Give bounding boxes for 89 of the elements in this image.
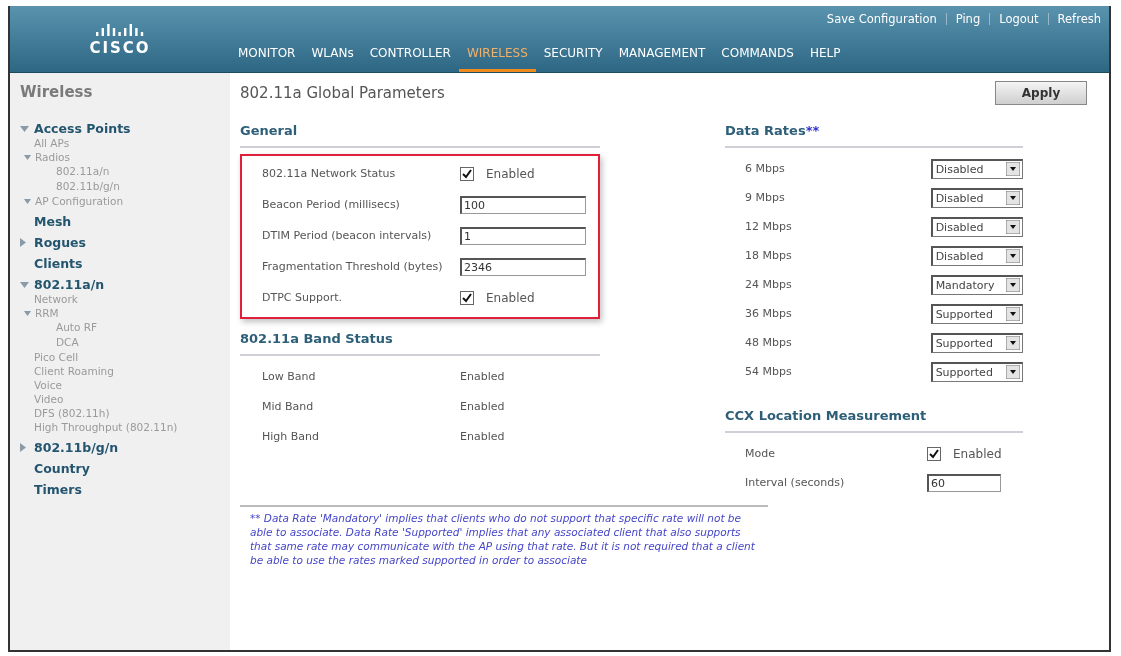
field-label: DTPC Support.: [262, 291, 343, 304]
dropdown-arrow-icon: [1006, 278, 1020, 292]
utility-link[interactable]: Ping: [955, 11, 981, 26]
utility-link[interactable]: Save Configuration: [826, 11, 937, 26]
field-label: DTIM Period (beacon intervals): [262, 229, 433, 242]
apply-button[interactable]: Apply: [995, 81, 1087, 105]
utility-link[interactable]: Refresh: [1057, 11, 1101, 26]
dropdown-arrow-icon: [1006, 191, 1020, 205]
field-label: 24 Mbps: [745, 278, 793, 291]
sidebar-title: Wireless: [20, 83, 94, 101]
field-label: Interval (seconds): [745, 476, 846, 489]
nav-tab[interactable]: CONTROLLER: [361, 40, 459, 72]
dropdown-arrow-icon: [1006, 162, 1020, 176]
field-label: 802.11a Network Status: [262, 167, 397, 180]
dropdown[interactable]: Disabled: [930, 216, 1023, 237]
dropdown-arrow-icon: [1006, 220, 1020, 234]
dropdown[interactable]: Disabled: [930, 245, 1023, 266]
dropdown-arrow-icon: [1006, 249, 1020, 263]
dropdown[interactable]: Disabled: [930, 187, 1023, 208]
checkbox-label: Enabled: [486, 290, 535, 305]
nav-tab[interactable]: MONITOR: [230, 40, 304, 72]
dropdown[interactable]: Supported: [930, 332, 1023, 353]
collapsed-arrow-icon[interactable]: [20, 443, 26, 452]
sidebar-section[interactable]: Country: [34, 461, 90, 476]
field-value: Enabled: [460, 369, 505, 385]
sidebar-section[interactable]: Timers: [34, 482, 82, 497]
dropdown-arrow-icon: [1006, 365, 1020, 379]
sidebar-section[interactable]: 802.11b/g/n: [34, 440, 119, 455]
field-label: 12 Mbps: [745, 220, 793, 233]
page-title: 802.11a Global Parameters: [240, 84, 445, 102]
field-label: High Band: [262, 429, 321, 445]
text-field[interactable]: 2346: [460, 257, 586, 276]
sidebar-item[interactable]: Pico Cell: [34, 350, 79, 364]
field-label: Fragmentation Threshold (bytes): [262, 260, 444, 273]
expanded-arrow-icon[interactable]: [24, 310, 31, 316]
expanded-arrow-icon[interactable]: [24, 198, 31, 204]
field-label: Low Band: [262, 369, 317, 385]
footnote-mark: **: [805, 123, 820, 138]
nav-tab[interactable]: HELP: [801, 40, 849, 72]
sidebar-section[interactable]: Rogues: [34, 235, 86, 250]
expanded-arrow-icon[interactable]: [20, 125, 29, 132]
section-heading: General: [240, 123, 299, 138]
field-label: 54 Mbps: [745, 365, 793, 378]
field-label: 48 Mbps: [745, 336, 793, 349]
section-heading: CCX Location Measurement: [725, 408, 928, 423]
dropdown[interactable]: Supported: [930, 361, 1023, 382]
checkbox[interactable]: [927, 446, 941, 461]
nav-tab[interactable]: WLANs: [303, 40, 362, 72]
nav-tab[interactable]: SECURITY: [535, 40, 611, 72]
expanded-arrow-icon[interactable]: [20, 281, 29, 288]
field-label: Mid Band: [262, 399, 315, 415]
field-label: Beacon Period (millisecs): [262, 198, 401, 211]
field-label: 18 Mbps: [745, 249, 793, 262]
text-field[interactable]: 1: [460, 226, 586, 245]
sidebar-item[interactable]: Network: [34, 292, 78, 306]
footnote-text: ** Data Rate 'Mandatory' implies that clients who do not support that specific rate will not be able to associate. Data Rate 'Supported' implies that any associated client that also supports that same rate may communicate with the AP using that rate. But it is not required that a client be able to use the rates marked supported in order to associate: [250, 511, 756, 567]
nav-tab[interactable]: COMMANDS: [713, 40, 802, 72]
sidebar-item[interactable]: Client Roaming: [34, 364, 114, 378]
nav-tab[interactable]: WIRELESS: [458, 40, 536, 72]
dropdown[interactable]: Mandatory: [930, 274, 1023, 295]
field-value: Enabled: [460, 429, 505, 445]
dropdown-arrow-icon: [1006, 336, 1020, 350]
collapsed-arrow-icon[interactable]: [20, 238, 26, 247]
checkbox[interactable]: [460, 166, 474, 181]
field-label: 36 Mbps: [745, 307, 793, 320]
nav-tab[interactable]: MANAGEMENT: [610, 40, 714, 72]
sidebar-section[interactable]: Clients: [34, 256, 83, 271]
field-label: 9 Mbps: [745, 191, 786, 204]
logo-bars-icon: [95, 21, 145, 36]
text-field[interactable]: 60: [927, 473, 1001, 492]
text-field[interactable]: 100: [460, 195, 586, 214]
sidebar-section[interactable]: 802.11a/n: [34, 277, 105, 292]
field-label: Mode: [745, 447, 776, 460]
section-heading: Data Rates: [725, 123, 806, 138]
field-label: 6 Mbps: [745, 162, 786, 175]
sidebar-item[interactable]: Voice: [34, 378, 62, 392]
dropdown[interactable]: Disabled: [930, 158, 1023, 179]
sidebar-section[interactable]: Access Points: [34, 121, 131, 136]
dropdown[interactable]: Supported: [930, 303, 1023, 324]
field-value: Enabled: [460, 399, 505, 415]
checkbox-label: Enabled: [953, 446, 1002, 461]
section-heading: 802.11a Band Status: [240, 331, 394, 346]
checkbox-label: Enabled: [486, 166, 535, 181]
checkbox[interactable]: [460, 290, 474, 305]
utility-link[interactable]: Logout: [999, 11, 1039, 26]
expanded-arrow-icon[interactable]: [24, 154, 31, 160]
logo-text: CISCO: [89, 38, 151, 57]
sidebar-section[interactable]: Mesh: [34, 214, 72, 229]
dropdown-arrow-icon: [1006, 307, 1020, 321]
